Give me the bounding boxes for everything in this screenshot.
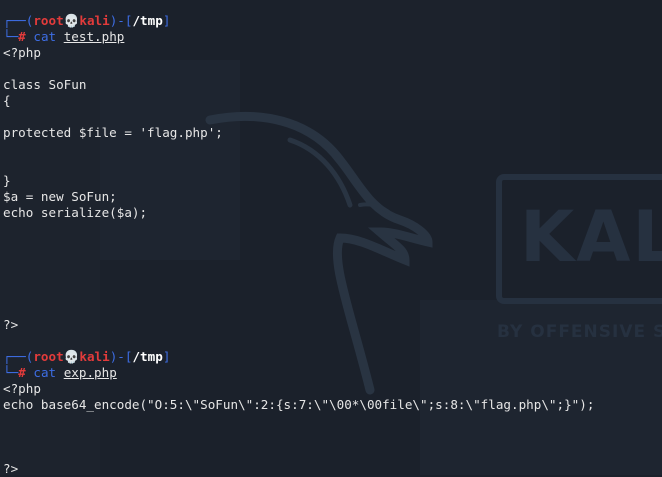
skull-icon: 💀	[63, 349, 80, 364]
output-line: class SoFun	[3, 77, 87, 92]
prompt-path: /tmp	[132, 13, 163, 28]
output-line: }	[3, 173, 11, 188]
output-line: echo base64_encode("O:5:\"SoFun\":2:{s:7…	[3, 397, 595, 412]
command-name: cat	[33, 29, 57, 44]
prompt-user: root	[33, 13, 64, 28]
output-line: ?>	[3, 317, 19, 332]
kali-wallpaper-brand: KALI	[520, 196, 662, 278]
output-line: protected $file = 'flag.php';	[3, 125, 223, 140]
prompt-command-line: └─# cat exp.php	[3, 365, 117, 380]
command-name: cat	[33, 365, 57, 380]
prompt-symbol: #	[18, 29, 26, 44]
command-argument: test.php	[63, 29, 125, 44]
output-line: <?php	[3, 45, 41, 60]
prompt-command-line: └─# cat test.php	[3, 29, 125, 44]
prompt-path: /tmp	[132, 349, 163, 364]
command-argument: exp.php	[63, 365, 117, 380]
kali-wallpaper-tagline: BY OFFENSIVE S	[497, 322, 662, 342]
prompt-host: kali	[79, 349, 110, 364]
prompt-header: ┌──(root💀kali)-[/tmp]	[3, 349, 171, 364]
output-line: {	[3, 93, 11, 108]
output-line: <?php	[3, 381, 41, 396]
prompt-host: kali	[79, 13, 110, 28]
prompt-user: root	[33, 349, 64, 364]
prompt-symbol: #	[18, 365, 26, 380]
kali-dragon-logo	[205, 111, 433, 395]
output-line: echo serialize($a);	[3, 205, 148, 220]
output-line: $a = new SoFun;	[3, 189, 117, 204]
prompt-header: ┌──(root💀kali)-[/tmp]	[3, 13, 171, 28]
skull-icon: 💀	[63, 13, 80, 28]
